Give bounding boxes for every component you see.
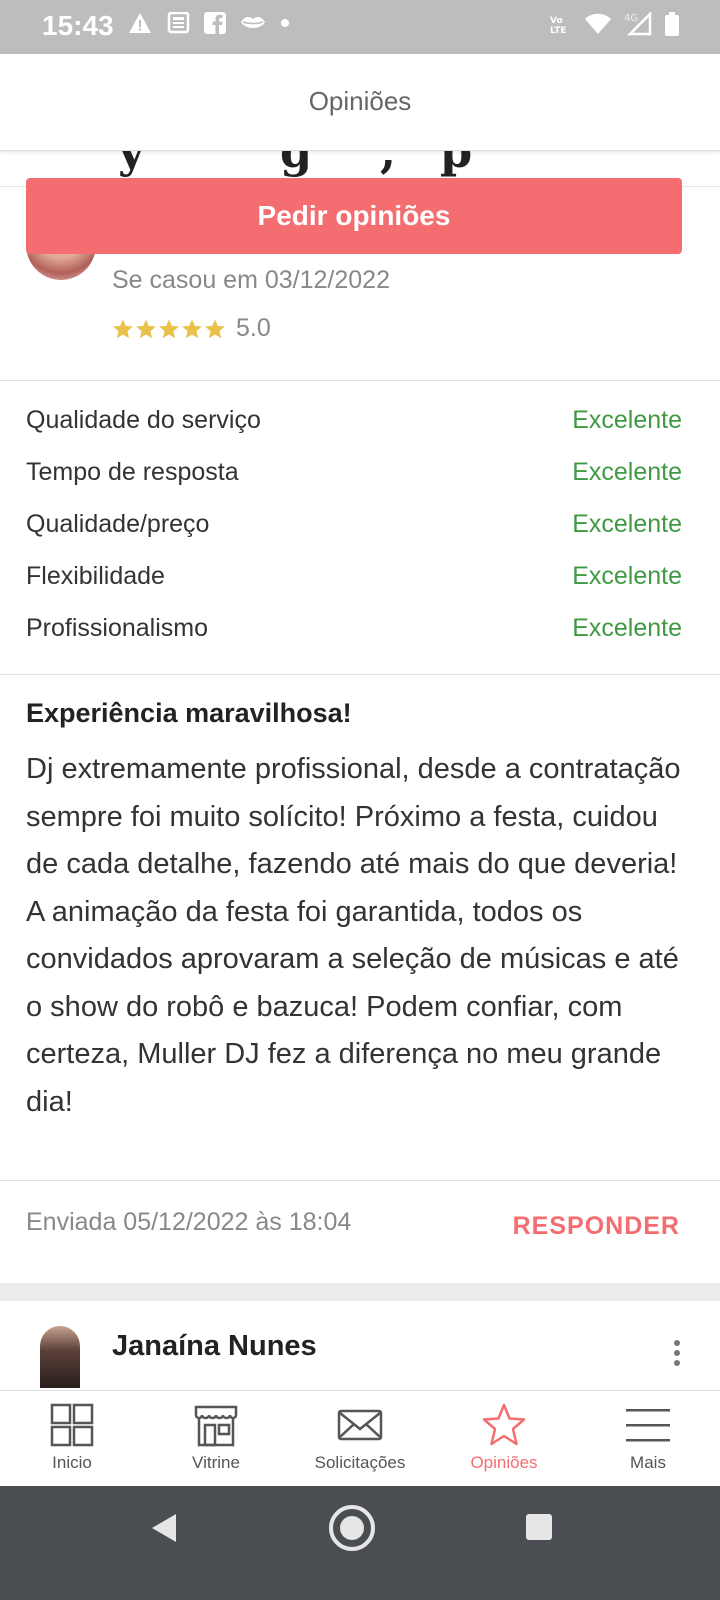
nav-item-inicio[interactable]: Inicio <box>0 1391 144 1487</box>
wifi-icon <box>585 13 611 34</box>
nav-item-vitrine[interactable]: Vitrine <box>144 1391 288 1487</box>
status-time: 15:43 <box>42 10 114 41</box>
facebook-icon <box>204 12 226 34</box>
signal-icon: 4G <box>624 12 652 36</box>
star-icon <box>205 318 225 338</box>
section-separator <box>0 1283 720 1301</box>
nav-label: Mais <box>630 1453 666 1472</box>
grid-icon <box>50 1403 94 1447</box>
menu-icon <box>626 1409 670 1442</box>
star-icon <box>482 1403 526 1446</box>
nav-item-opinioes[interactable]: Opiniões <box>432 1391 576 1487</box>
review-title: Experiência maravilhosa! <box>26 698 352 728</box>
review-body: Dj extremamente profissional, desde a co… <box>26 753 681 1118</box>
criteria-value: Excelente <box>572 562 682 590</box>
star-icon <box>113 318 133 338</box>
nav-label: Vitrine <box>192 1453 240 1472</box>
storefront-icon <box>194 1405 238 1447</box>
criteria-value: Excelente <box>572 458 682 486</box>
criteria-name: Qualidade do serviço <box>26 406 261 434</box>
notification-icons <box>128 12 290 34</box>
more-options-icon[interactable] <box>674 1340 680 1366</box>
criteria-value: Excelente <box>572 406 682 434</box>
battery-icon <box>665 12 679 36</box>
star-icon <box>136 318 156 338</box>
criteria-row: Qualidade do serviço Excelente <box>26 400 682 452</box>
criteria-list: Qualidade do serviço Excelente Tempo de … <box>26 400 682 660</box>
nav-item-solicitacoes[interactable]: Solicitações <box>288 1391 432 1487</box>
divider <box>0 1180 720 1181</box>
news-icon <box>167 12 190 34</box>
reviewer-name: Janaína Nunes <box>112 1330 317 1362</box>
criteria-name: Tempo de resposta <box>26 458 239 486</box>
rating-summary: 5.0 <box>112 314 271 343</box>
envelope-icon <box>337 1409 383 1441</box>
criteria-row: Qualidade/preço Excelente <box>26 504 682 556</box>
married-date: Se casou em 03/12/2022 <box>112 266 390 294</box>
criteria-value: Excelente <box>572 614 682 642</box>
status-bar: 15:43 Vo LTE 4G <box>0 0 720 54</box>
divider <box>0 674 720 675</box>
rating-score: 5.0 <box>236 314 271 342</box>
star-icon <box>159 318 179 338</box>
reviewer-avatar <box>40 1326 80 1388</box>
bottom-navigation: Inicio Vitrine Solicitações Opiniões Mai… <box>0 1390 720 1487</box>
star-icon <box>182 318 202 338</box>
lips-icon <box>241 17 265 28</box>
dot-icon <box>281 19 289 27</box>
criteria-value: Excelente <box>572 510 682 538</box>
svg-text:4G: 4G <box>624 13 638 24</box>
header-bar: Opiniões <box>0 54 720 151</box>
reply-button[interactable]: RESPONDER <box>513 1212 680 1241</box>
volte-icon: VoLTE <box>550 16 567 35</box>
nav-item-mais[interactable]: Mais <box>576 1391 720 1487</box>
system-status-icons: Vo LTE 4G <box>548 12 680 36</box>
criteria-row: Tempo de resposta Excelente <box>26 452 682 504</box>
page-title: Opiniões <box>308 86 412 116</box>
warning-icon <box>129 13 151 33</box>
svg-text:Vo: Vo <box>550 16 563 26</box>
criteria-row: Flexibilidade Excelente <box>26 556 682 608</box>
svg-text:LTE: LTE <box>550 26 567 35</box>
nav-label: Opiniões <box>470 1453 538 1472</box>
back-icon[interactable] <box>146 1510 180 1546</box>
criteria-name: Flexibilidade <box>26 562 165 590</box>
nav-label: Solicitações <box>314 1453 406 1472</box>
criteria-row: Profissionalismo Excelente <box>26 608 682 660</box>
divider <box>0 380 720 381</box>
nav-label: Inicio <box>52 1453 92 1472</box>
criteria-name: Qualidade/preço <box>26 510 210 538</box>
recents-icon[interactable] <box>524 1512 554 1542</box>
star-rating <box>112 318 226 340</box>
criteria-name: Profissionalismo <box>26 614 209 642</box>
home-icon[interactable] <box>326 1502 378 1554</box>
system-navigation-bar <box>0 1486 720 1600</box>
sent-date: Enviada 05/12/2022 às 18:04 <box>26 1208 352 1236</box>
ask-reviews-button[interactable]: Pedir opiniões <box>26 178 682 254</box>
